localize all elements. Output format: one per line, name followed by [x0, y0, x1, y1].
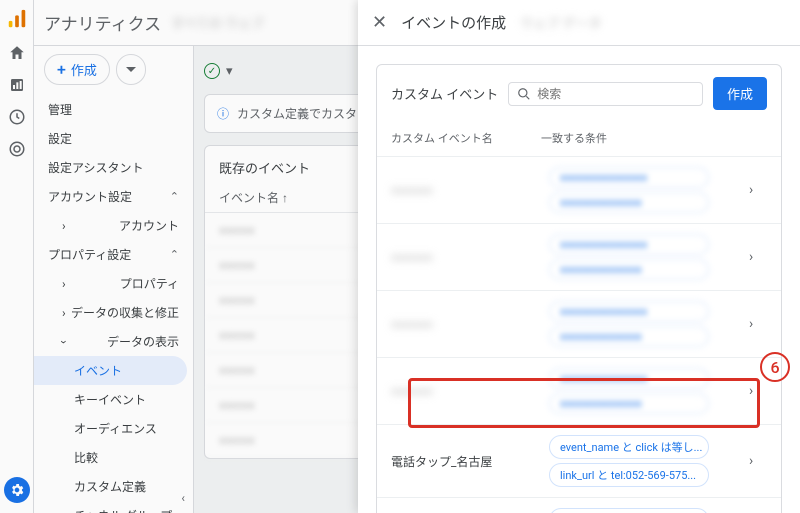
col-conditions: 一致する条件 — [541, 130, 749, 146]
condition-chip: event_name と click は等し... — [549, 508, 709, 513]
event-row[interactable]: xxxxxxxxxxxxxxxxxxxxxxxxxxxxxxxxxxxxxx› — [377, 290, 781, 357]
card-label: カスタム イベント — [391, 84, 498, 103]
overlay-panel: ✕ イベントの作成 ウェブ データ カスタム イベント 作成 カスタム イベント… — [358, 0, 800, 513]
chevron-right-icon[interactable]: › — [749, 249, 767, 265]
overlay-backdrop[interactable] — [0, 0, 358, 513]
chevron-right-icon[interactable]: › — [749, 453, 767, 469]
overlay-subtitle: ウェブ データ — [520, 13, 601, 32]
event-row[interactable]: xxxxxxxxxxxxxxxxxxxxxxxxxxxxxxxxxxxxxx› — [377, 357, 781, 424]
event-row-tokyo[interactable]: 電話タップ_東京 event_name と click は等し...link_u… — [377, 497, 781, 513]
event-row-nagoya[interactable]: 電話タップ_名古屋 event_name と click は等し... link_… — [377, 424, 781, 497]
event-row[interactable]: xxxxxxxxxxxxxxxxxxxxxxxxxxxxxxxxxxxxxx› — [377, 156, 781, 223]
create-event-overlay: ✕ イベントの作成 ウェブ データ カスタム イベント 作成 カスタム イベント… — [0, 0, 800, 513]
search-box[interactable] — [508, 82, 703, 106]
event-name: 電話タップ_名古屋 — [391, 453, 541, 470]
overlay-title: イベントの作成 — [401, 12, 506, 33]
col-event-name: カスタム イベント名 — [391, 130, 541, 146]
search-icon — [517, 87, 531, 101]
custom-events-card: カスタム イベント 作成 カスタム イベント名 一致する条件 xxxxxxxxx… — [376, 64, 782, 513]
condition-chip: link_url と tel:052-569-575... — [549, 463, 709, 487]
chevron-right-icon[interactable]: › — [749, 182, 767, 198]
create-event-button[interactable]: 作成 — [713, 77, 767, 110]
event-row[interactable]: xxxxxxxxxxxxxxxxxxxxxxxxxxxxxxxxxxxxxx› — [377, 223, 781, 290]
chevron-right-icon[interactable]: › — [749, 316, 767, 332]
close-icon[interactable]: ✕ — [372, 12, 387, 33]
chevron-right-icon[interactable]: › — [749, 383, 767, 399]
search-input[interactable] — [537, 87, 694, 101]
condition-chip: event_name と click は等し... — [549, 435, 709, 459]
